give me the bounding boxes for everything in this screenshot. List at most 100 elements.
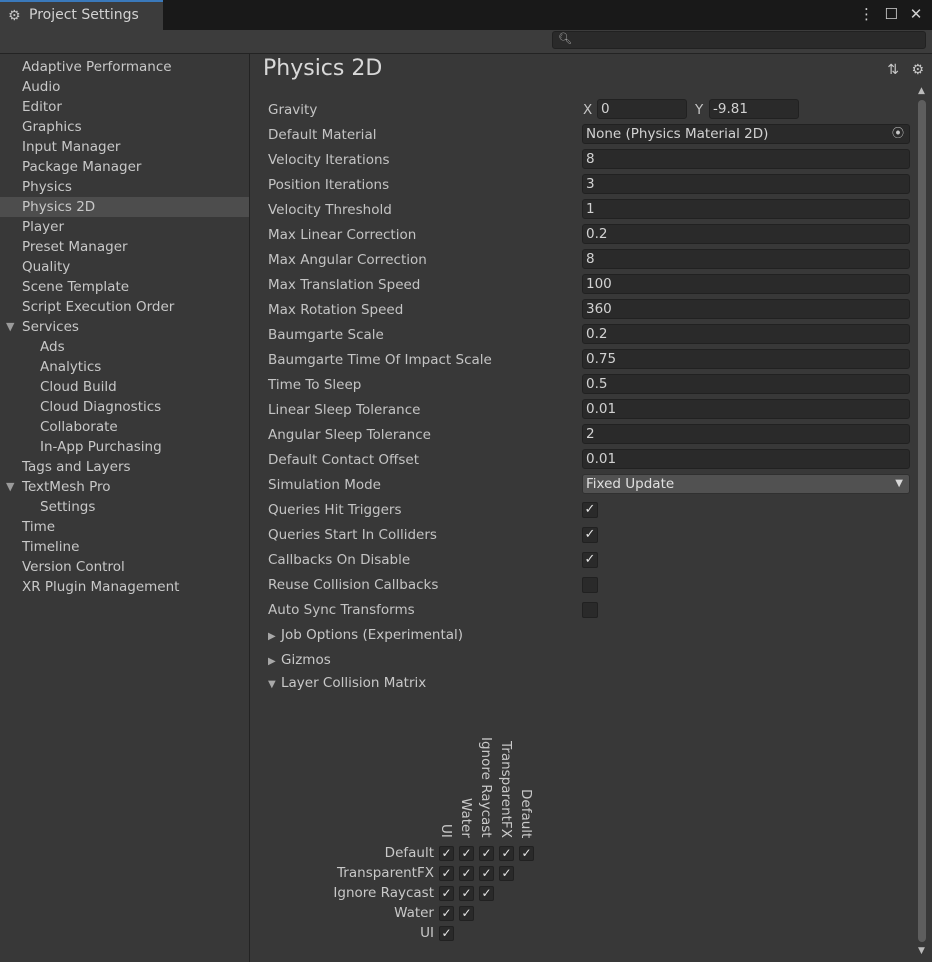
time-to-sleep-label: Time To Sleep [268, 377, 362, 393]
sidebar-item-audio[interactable]: Audio [0, 77, 249, 97]
close-icon[interactable]: ✕ [906, 5, 926, 23]
sidebar-item-cloud-build[interactable]: Cloud Build [0, 377, 249, 397]
sidebar-item-scene-template[interactable]: Scene Template [0, 277, 249, 297]
default-contact-offset-label: Default Contact Offset [268, 452, 419, 468]
sidebar-item-label: Collaborate [40, 419, 118, 435]
baumgarte-time-of-impact-scale-field[interactable]: 0.75 [582, 349, 910, 369]
matrix-checkbox[interactable]: ✓ [519, 846, 534, 861]
gravity-y-field[interactable]: -9.81 [709, 99, 799, 119]
matrix-checkbox[interactable]: ✓ [439, 906, 454, 921]
position-iterations-field[interactable]: 3 [582, 174, 910, 194]
sidebar-item-label: Audio [22, 79, 61, 95]
job-options-experimental-foldout[interactable]: ▶ Job Options (Experimental) [268, 625, 463, 645]
sidebar-item-label: Scene Template [22, 279, 130, 295]
auto-sync-transforms-checkbox[interactable] [582, 602, 598, 618]
sidebar-item-package-manager[interactable]: Package Manager [0, 157, 249, 177]
foldout-label: Job Options (Experimental) [281, 627, 464, 643]
maximize-icon[interactable]: ☐ [881, 5, 901, 23]
matrix-checkbox[interactable]: ✓ [459, 906, 474, 921]
sidebar-item-script-execution-order[interactable]: Script Execution Order [0, 297, 249, 317]
sidebar-item-cloud-diagnostics[interactable]: Cloud Diagnostics [0, 397, 249, 417]
sidebar-item-physics[interactable]: Physics [0, 177, 249, 197]
expand-arrow-icon[interactable]: ▼ [6, 477, 14, 497]
window-tab[interactable]: ⚙ Project Settings [0, 0, 163, 30]
sidebar-item-label: Graphics [22, 119, 82, 135]
settings-content: Physics 2D ⇅ ⚙ Gravity X 0 Y -9.81 Defau… [251, 54, 932, 962]
sidebar-item-services[interactable]: ▼ Services [0, 317, 249, 337]
sidebar-item-preset-manager[interactable]: Preset Manager [0, 237, 249, 257]
scrollbar-thumb[interactable] [918, 100, 926, 942]
baumgarte-scale-field[interactable]: 0.2 [582, 324, 910, 344]
sidebar-item-physics-2d[interactable]: Physics 2D [0, 197, 249, 217]
scroll-up-icon[interactable]: ▲ [918, 86, 925, 96]
layer-collision-matrix-foldout[interactable]: ▼ Layer Collision Matrix [268, 673, 426, 693]
sidebar-item-analytics[interactable]: Analytics [0, 357, 249, 377]
sidebar-item-time[interactable]: Time [0, 517, 249, 537]
matrix-checkbox[interactable]: ✓ [499, 866, 514, 881]
sidebar-item-ads[interactable]: Ads [0, 337, 249, 357]
more-options-icon[interactable]: ⋮ [856, 5, 876, 23]
matrix-checkbox[interactable]: ✓ [459, 886, 474, 901]
sidebar-item-tags-and-layers[interactable]: Tags and Layers [0, 457, 249, 477]
sidebar-item-in-app-purchasing[interactable]: In-App Purchasing [0, 437, 249, 457]
matrix-checkbox[interactable]: ✓ [499, 846, 514, 861]
gravity-x-label: X [583, 102, 593, 118]
sidebar-item-player[interactable]: Player [0, 217, 249, 237]
sidebar-item-xr-plugin-management[interactable]: XR Plugin Management [0, 577, 249, 597]
default-contact-offset-field[interactable]: 0.01 [582, 449, 910, 469]
sidebar-item-timeline[interactable]: Timeline [0, 537, 249, 557]
queries-start-in-colliders-checkbox[interactable]: ✓ [582, 527, 598, 543]
default-material-field[interactable]: None (Physics Material 2D) ⦿ [582, 124, 910, 144]
sidebar-item-quality[interactable]: Quality [0, 257, 249, 277]
max-translation-speed-field[interactable]: 100 [582, 274, 910, 294]
matrix-checkbox[interactable]: ✓ [439, 926, 454, 941]
gravity-x-field[interactable]: 0 [597, 99, 687, 119]
matrix-checkbox[interactable]: ✓ [479, 886, 494, 901]
max-angular-correction-field[interactable]: 8 [582, 249, 910, 269]
time-to-sleep-field[interactable]: 0.5 [582, 374, 910, 394]
sidebar-item-graphics[interactable]: Graphics [0, 117, 249, 137]
matrix-checkbox[interactable]: ✓ [439, 886, 454, 901]
sidebar-item-collaborate[interactable]: Collaborate [0, 417, 249, 437]
max-rotation-speed-label: Max Rotation Speed [268, 302, 404, 318]
velocity-iterations-label: Velocity Iterations [268, 152, 390, 168]
matrix-checkbox[interactable]: ✓ [439, 866, 454, 881]
simulation-mode-value: Fixed Update [586, 476, 675, 492]
gear-icon: ⚙ [8, 8, 21, 24]
sidebar-item-editor[interactable]: Editor [0, 97, 249, 117]
max-linear-correction-label: Max Linear Correction [268, 227, 417, 243]
position-iterations-label: Position Iterations [268, 177, 390, 193]
velocity-threshold-field[interactable]: 1 [582, 199, 910, 219]
vertical-scrollbar[interactable]: ▲ ▼ [915, 86, 931, 962]
matrix-checkbox[interactable]: ✓ [459, 846, 474, 861]
sidebar-item-input-manager[interactable]: Input Manager [0, 137, 249, 157]
matrix-checkbox[interactable]: ✓ [479, 866, 494, 881]
sidebar-item-adaptive-performance[interactable]: Adaptive Performance [0, 57, 249, 77]
reuse-collision-callbacks-checkbox[interactable] [582, 577, 598, 593]
linear-sleep-tolerance-field[interactable]: 0.01 [582, 399, 910, 419]
default-material-label: Default Material [268, 127, 377, 143]
sidebar-item-settings[interactable]: Settings [0, 497, 249, 517]
angular-sleep-tolerance-field[interactable]: 2 [582, 424, 910, 444]
preset-icon[interactable]: ⇅ [887, 62, 899, 78]
matrix-checkbox[interactable]: ✓ [479, 846, 494, 861]
queries-hit-triggers-checkbox[interactable]: ✓ [582, 502, 598, 518]
gizmos-foldout[interactable]: ▶ Gizmos [268, 650, 331, 670]
baumgarte-scale-label: Baumgarte Scale [268, 327, 384, 343]
matrix-checkbox[interactable]: ✓ [439, 846, 454, 861]
callbacks-on-disable-checkbox[interactable]: ✓ [582, 552, 598, 568]
linear-sleep-tolerance-label: Linear Sleep Tolerance [268, 402, 421, 418]
max-linear-correction-field[interactable]: 0.2 [582, 224, 910, 244]
foldout-label: Gizmos [281, 652, 331, 668]
scroll-down-icon[interactable]: ▼ [918, 946, 925, 956]
velocity-iterations-field[interactable]: 8 [582, 149, 910, 169]
matrix-checkbox[interactable]: ✓ [459, 866, 474, 881]
search-input[interactable]: 🔍︎ [552, 31, 926, 49]
max-rotation-speed-field[interactable]: 360 [582, 299, 910, 319]
simulation-mode-dropdown[interactable]: Fixed Update ▼ [582, 474, 910, 494]
sidebar-item-version-control[interactable]: Version Control [0, 557, 249, 577]
expand-arrow-icon[interactable]: ▼ [6, 317, 14, 337]
sidebar-item-textmesh-pro[interactable]: ▼ TextMesh Pro [0, 477, 249, 497]
object-picker-icon[interactable]: ⦿ [890, 126, 906, 142]
settings-gear-icon[interactable]: ⚙ [911, 62, 924, 78]
